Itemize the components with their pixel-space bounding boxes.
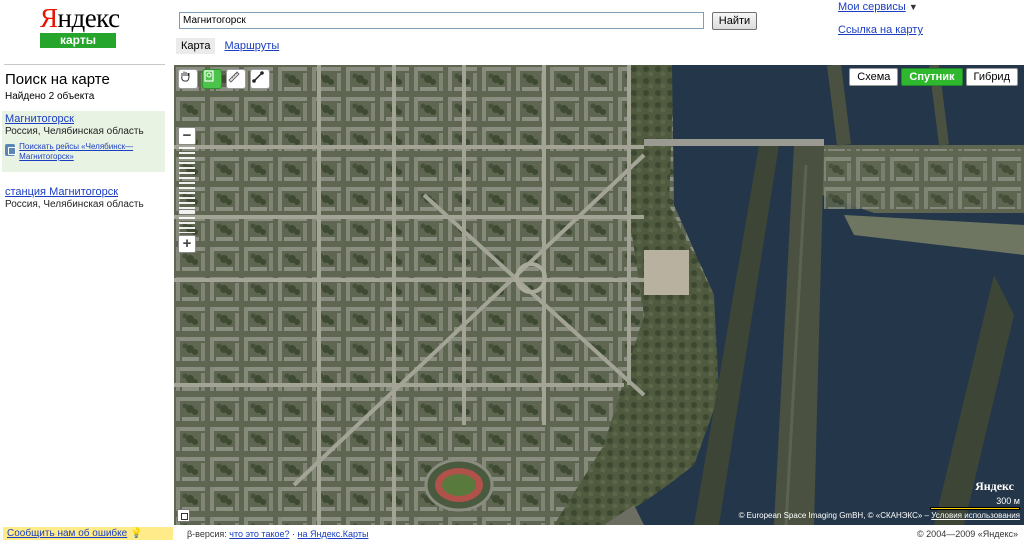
- layer-scheme-button[interactable]: Схема: [849, 68, 899, 86]
- map-link[interactable]: Ссылка на карту: [838, 24, 923, 36]
- result-title-link[interactable]: станция Магнитогорск: [5, 186, 144, 198]
- my-services-link[interactable]: Мои сервисы: [838, 1, 906, 13]
- copyright-text: © European Space Imaging GmBH, © «СКАНЭК…: [738, 511, 929, 520]
- tab-map[interactable]: Карта: [176, 38, 216, 54]
- hand-tool-button[interactable]: [178, 69, 198, 89]
- results-count: Найдено 2 объекта: [5, 91, 95, 102]
- my-services-menu[interactable]: Мои сервисы ▼: [838, 1, 918, 13]
- report-error-bar[interactable]: Сообщить нам об ошибке 💡: [3, 527, 173, 540]
- report-error-link[interactable]: Сообщить нам об ошибке: [7, 528, 127, 539]
- map-copyright: © European Space Imaging GmBH, © «СКАНЭК…: [739, 511, 1020, 520]
- ruler-tool-button[interactable]: [226, 69, 246, 89]
- mode-tabs: Карта Маршруты: [176, 38, 282, 54]
- map-scale: 300 м: [930, 496, 1020, 510]
- search-result-item[interactable]: Магнитогорск Россия, Челябинская область…: [2, 111, 165, 172]
- beta-label: β-версия:: [187, 529, 227, 539]
- route-icon: [252, 71, 264, 83]
- logo-maps-label: карты: [40, 33, 116, 48]
- route-tool-button[interactable]: [250, 69, 270, 89]
- search-button[interactable]: Найти: [712, 12, 757, 30]
- yandex-logo[interactable]: Яндекс карты: [40, 3, 120, 48]
- zoom-out-button[interactable]: −: [178, 127, 196, 145]
- result-title-link[interactable]: Магнитогорск: [5, 113, 162, 125]
- satellite-imagery: [174, 65, 1024, 525]
- help-bulb-icon: 💡: [130, 528, 143, 539]
- beta-what-link[interactable]: что это такое?: [229, 529, 289, 539]
- map-yandex-logo: Яндекс: [975, 479, 1014, 493]
- satellite-map[interactable]: − + Схема Спутник Гибрид Яндекс 300 м © …: [174, 65, 1024, 525]
- layer-satellite-button[interactable]: Спутник: [901, 68, 963, 86]
- scale-label: 300 м: [996, 496, 1020, 506]
- footer-copyright: © 2004—2009 «Яндекс»: [917, 529, 1018, 539]
- search-result-item[interactable]: станция Магнитогорск Россия, Челябинская…: [5, 186, 144, 210]
- footer-copyright-text: © 2004—2009 «Яндекс»: [917, 529, 1018, 539]
- map-layer-switcher: Схема Спутник Гибрид: [849, 68, 1018, 86]
- flight-search-icon: [5, 144, 17, 156]
- zoom-slider[interactable]: [178, 147, 196, 233]
- panel-title: Поиск на карте: [5, 71, 110, 88]
- overview-map-toggle-icon[interactable]: [177, 509, 190, 522]
- ruler-icon: [228, 71, 240, 83]
- beta-notice: β-версия: что это такое? · на Яндекс.Кар…: [187, 529, 368, 539]
- hand-icon: [181, 71, 190, 82]
- result-subtitle: Россия, Челябинская область: [5, 199, 144, 210]
- old-maps-link[interactable]: на Яндекс.Карты: [298, 529, 369, 539]
- layer-hybrid-button[interactable]: Гибрид: [965, 68, 1018, 86]
- zoom-slider-handle[interactable]: [178, 209, 196, 215]
- flight-search: Поискать рейсы «Челябинск—Магнитогорск»: [5, 142, 162, 162]
- zoom-in-button[interactable]: +: [178, 235, 196, 253]
- search-input[interactable]: [179, 12, 704, 29]
- magnifier-tool-button[interactable]: [202, 69, 222, 89]
- flight-search-link[interactable]: Поискать рейсы «Челябинск—Магнитогорск»: [19, 142, 162, 162]
- footer-separator: ·: [292, 529, 296, 539]
- result-subtitle: Россия, Челябинская область: [5, 126, 144, 137]
- zoom-control: − +: [178, 127, 196, 253]
- panel-divider: [4, 64, 165, 65]
- dropdown-arrow-icon: ▼: [908, 2, 918, 12]
- terms-link[interactable]: Условия использования: [931, 511, 1020, 520]
- scale-bar: [930, 507, 1020, 510]
- tab-routes[interactable]: Маршруты: [221, 38, 282, 54]
- magnifier-icon: [204, 70, 214, 82]
- logo-brand-text: Яндекс: [40, 3, 120, 33]
